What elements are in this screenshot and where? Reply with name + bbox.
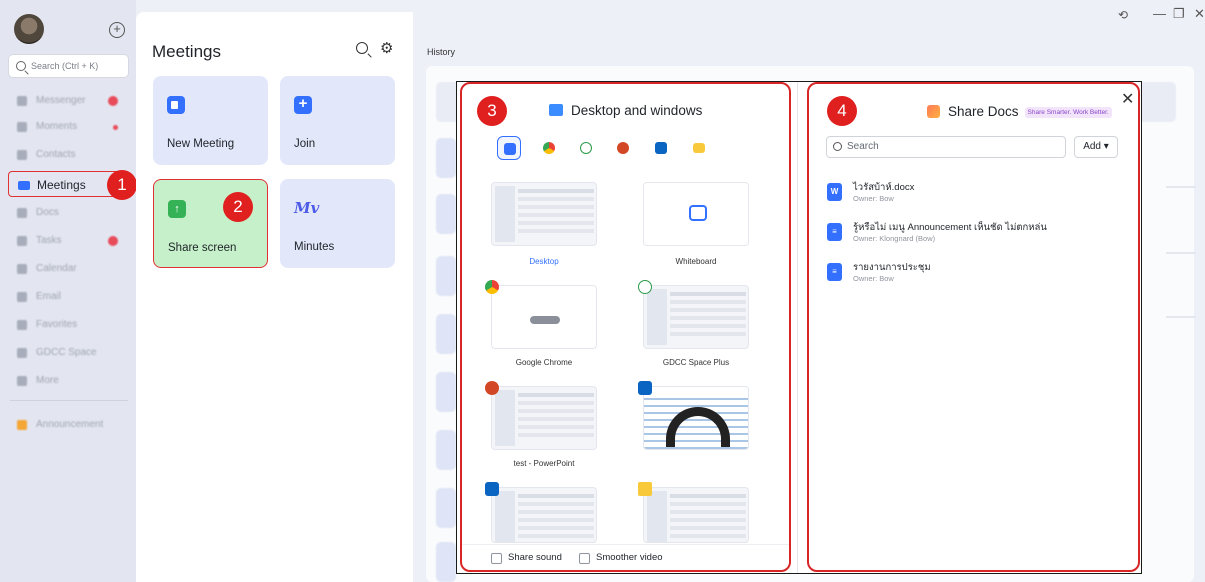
docs-icon [17, 208, 27, 218]
sidebar-item-email[interactable]: Email [8, 284, 130, 310]
new-meeting-button[interactable]: New Meeting [153, 76, 268, 165]
search-icon [16, 61, 26, 71]
sidebar-item-label: Tasks [36, 235, 62, 246]
chat-icon [17, 96, 27, 106]
sidebar-item-label: Messenger [36, 95, 86, 106]
history-title: History [427, 47, 456, 57]
divider [1166, 316, 1196, 318]
left-nav: + Search (Ctrl + K) Messenger Moments Co… [0, 0, 137, 582]
sidebar-item-label: Docs [36, 207, 59, 218]
sidebar-item-label: Moments [36, 121, 78, 132]
nav-divider [10, 400, 128, 401]
space-icon [17, 348, 27, 358]
sidebar-item-docs[interactable]: Docs [8, 200, 130, 226]
card-label: New Meeting [167, 138, 235, 150]
list-item[interactable] [436, 430, 456, 470]
highlight-frame-docs [807, 82, 1140, 572]
gear-icon[interactable]: ⚙ [380, 39, 393, 57]
unread-dot [113, 125, 118, 130]
minutes-icon: Mv [294, 199, 320, 217]
video-camera-icon [18, 181, 30, 190]
restore-icon[interactable]: ❐ [1173, 6, 1185, 22]
sidebar-item-label: Contacts [36, 149, 76, 160]
sidebar-item-calendar[interactable]: Calendar [8, 256, 130, 282]
sidebar-item-label: Favorites [36, 319, 78, 330]
card-label: Join [294, 138, 316, 150]
list-item[interactable] [436, 194, 456, 234]
meetings-panel: Meetings ⚙ New Meeting Join Share screen… [136, 12, 413, 582]
share-screen-button[interactable]: Share screen [153, 179, 268, 268]
sidebar-item-moments[interactable]: Moments [8, 114, 130, 140]
sidebar-item-label: Announcement [36, 419, 104, 430]
plus-icon [294, 95, 312, 114]
divider [1166, 252, 1196, 254]
unread-badge [108, 96, 118, 106]
sidebar-item-messenger[interactable]: Messenger [8, 88, 130, 114]
sidebar-item-more[interactable]: More [8, 368, 130, 394]
join-meeting-button[interactable]: Join [280, 76, 395, 165]
list-item[interactable] [436, 372, 456, 412]
sidebar-item-contacts[interactable]: Contacts [8, 142, 130, 168]
sidebar-item-label: Calendar [36, 263, 77, 274]
page-title: Meetings [152, 42, 221, 61]
sidebar-item-label: Meetings [37, 178, 86, 192]
tasks-icon [17, 236, 27, 246]
star-icon [17, 320, 27, 330]
list-item[interactable] [436, 256, 456, 296]
nav-search-input[interactable]: Search (Ctrl + K) [8, 54, 129, 78]
card-label: Share screen [168, 242, 237, 254]
panel-divider [797, 82, 798, 573]
sidebar-item-announcement[interactable]: Announcement [8, 412, 130, 438]
share-dialog: Desktop and windows 3 Desktop Whiteboard… [456, 81, 1142, 574]
list-item[interactable] [436, 542, 456, 582]
sidebar-item-favorites[interactable]: Favorites [8, 312, 130, 338]
divider [1166, 186, 1196, 188]
nav-search-placeholder: Search (Ctrl + K) [31, 61, 99, 71]
history-clock-icon[interactable]: ⟲ [1118, 8, 1128, 22]
contacts-icon [17, 150, 27, 160]
announcement-icon [17, 420, 27, 430]
sidebar-item-label: Email [36, 291, 62, 302]
search-icon[interactable] [356, 42, 368, 54]
sidebar-item-gdcc-space[interactable]: GDCC Space [8, 340, 130, 366]
card-label: Minutes [294, 241, 335, 253]
highlight-frame-desktop [460, 82, 791, 572]
mail-icon [17, 292, 27, 302]
video-camera-icon [167, 96, 185, 114]
sidebar-item-label: GDCC Space [36, 347, 97, 358]
minutes-button[interactable]: Mv Minutes [280, 179, 395, 268]
step-marker-2: 2 [223, 192, 253, 222]
avatar[interactable] [14, 14, 44, 44]
list-item[interactable] [436, 138, 456, 178]
calendar-icon [17, 264, 27, 274]
list-item[interactable] [436, 488, 456, 528]
more-icon [17, 376, 27, 386]
list-item[interactable] [436, 314, 456, 354]
sidebar-item-label: More [36, 375, 59, 386]
sidebar-item-tasks[interactable]: Tasks [8, 228, 130, 254]
moments-icon [17, 122, 27, 132]
minimize-icon[interactable]: — [1153, 6, 1166, 21]
create-plus-icon[interactable]: + [109, 22, 125, 38]
unread-badge [108, 236, 118, 246]
share-screen-icon [168, 200, 186, 218]
close-window-icon[interactable]: ✕ [1194, 6, 1205, 22]
step-marker-1: 1 [107, 170, 137, 200]
